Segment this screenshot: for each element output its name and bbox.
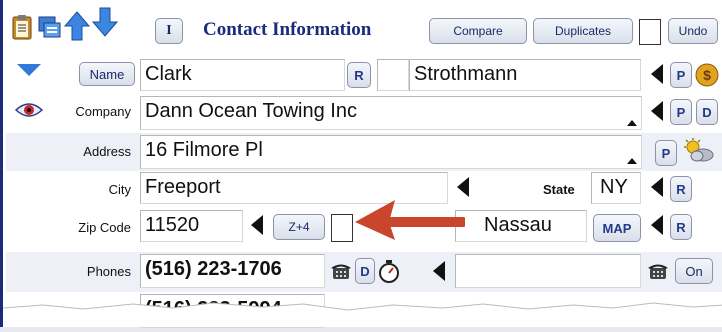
name-dropdown-arrow[interactable] bbox=[651, 64, 663, 84]
company-d-button[interactable]: D bbox=[696, 99, 718, 125]
name-button[interactable]: Name bbox=[79, 62, 135, 86]
first-name-field[interactable]: Clark bbox=[140, 59, 345, 91]
phone-icon[interactable] bbox=[330, 261, 352, 281]
timer-icon[interactable] bbox=[378, 258, 400, 284]
duplicates-button[interactable]: Duplicates bbox=[533, 18, 633, 44]
state-dropdown-arrow[interactable] bbox=[651, 177, 663, 197]
last-name-field[interactable]: Strothmann bbox=[409, 59, 641, 91]
svg-text:$: $ bbox=[703, 67, 711, 83]
company-dropdown-arrow[interactable] bbox=[651, 101, 663, 121]
state-field[interactable]: NY bbox=[591, 172, 641, 204]
coin-icon[interactable]: $ bbox=[695, 63, 719, 87]
second-phone-field[interactable] bbox=[455, 254, 641, 288]
torn-edge-overlay bbox=[2, 298, 722, 327]
address-label: Address bbox=[83, 144, 131, 159]
phone-d-button[interactable]: D bbox=[355, 258, 375, 284]
zip-dropdown-arrow[interactable] bbox=[251, 215, 263, 235]
county-field[interactable]: Nassau bbox=[455, 210, 587, 242]
zip-right-arrow[interactable] bbox=[651, 215, 663, 235]
weather-icon[interactable] bbox=[683, 138, 715, 164]
triangle-down-icon[interactable] bbox=[17, 64, 41, 78]
city-dropdown-arrow[interactable] bbox=[457, 177, 469, 197]
zip-r-button[interactable]: R bbox=[670, 214, 692, 240]
name-r-button[interactable]: R bbox=[347, 62, 371, 88]
cards-icon[interactable] bbox=[37, 14, 63, 40]
map-button[interactable]: MAP bbox=[593, 214, 641, 242]
phone-dropdown-arrow[interactable] bbox=[433, 261, 445, 281]
annotation-arrow bbox=[353, 196, 468, 242]
compare-button[interactable]: Compare bbox=[429, 18, 527, 44]
middle-name-field[interactable] bbox=[377, 59, 409, 91]
phone-icon[interactable] bbox=[647, 261, 669, 281]
up-arrow-icon[interactable] bbox=[63, 10, 91, 42]
address-p-button[interactable]: P bbox=[655, 140, 677, 166]
phone-field[interactable]: (516) 223-1706 bbox=[140, 254, 325, 288]
address-field[interactable]: 16 Filmore Pl bbox=[140, 135, 642, 169]
company-field[interactable]: Dann Ocean Towing Inc bbox=[140, 96, 642, 130]
zip-label: Zip Code bbox=[78, 220, 131, 235]
info-button[interactable]: I bbox=[155, 18, 183, 44]
address-resize-handle[interactable] bbox=[627, 158, 637, 164]
clipboard-icon[interactable] bbox=[11, 14, 33, 40]
city-r-button[interactable]: R bbox=[670, 176, 692, 202]
zip-checkbox[interactable] bbox=[331, 214, 353, 242]
page-title: Contact Information bbox=[203, 19, 372, 40]
undo-button[interactable]: Undo bbox=[668, 18, 718, 44]
state-label: State bbox=[543, 182, 575, 197]
zip-field[interactable]: 11520 bbox=[140, 210, 243, 242]
company-resize-handle[interactable] bbox=[627, 120, 637, 126]
name-p-button[interactable]: P bbox=[670, 62, 692, 88]
on-button[interactable]: On bbox=[675, 258, 713, 284]
city-label: City bbox=[108, 182, 131, 197]
phones-label: Phones bbox=[86, 264, 131, 279]
zip4-button[interactable]: Z+4 bbox=[273, 214, 325, 240]
contact-window: I Contact Information Compare Duplicates… bbox=[0, 0, 722, 328]
eye-icon[interactable] bbox=[14, 100, 44, 120]
company-p-button[interactable]: P bbox=[670, 99, 692, 125]
company-label: Company bbox=[75, 104, 131, 119]
down-arrow-icon[interactable] bbox=[91, 6, 119, 38]
toolbar-checkbox[interactable] bbox=[639, 19, 661, 45]
